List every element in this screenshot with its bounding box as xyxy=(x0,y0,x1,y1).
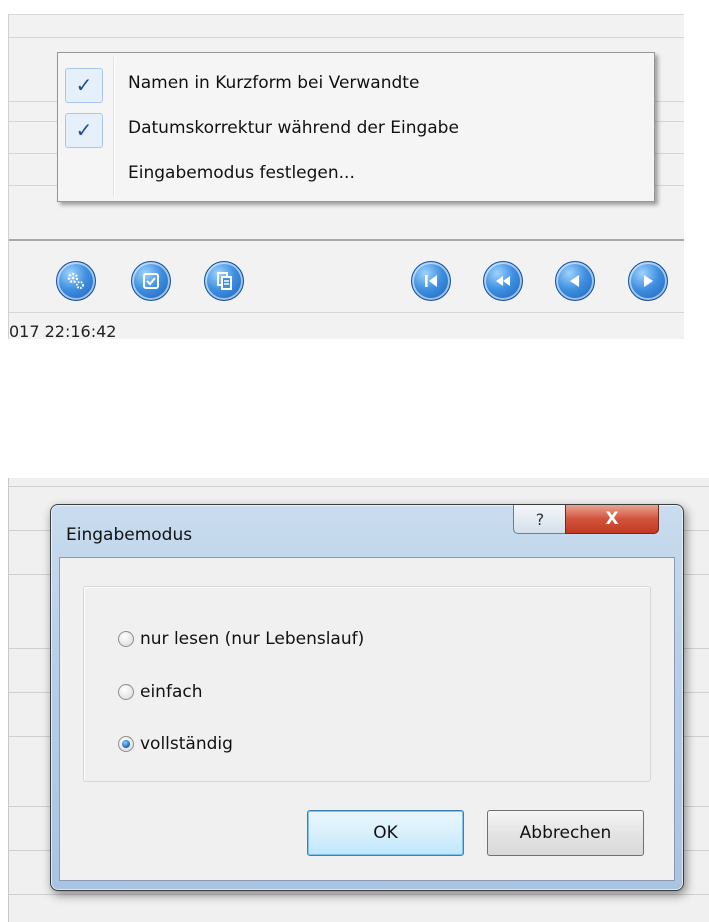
dialog-title: Eingabemodus xyxy=(66,525,193,545)
menu-item-label: Namen in Kurzform bei Verwandte xyxy=(128,73,420,93)
ok-button[interactable]: OK xyxy=(307,810,464,856)
close-button[interactable]: X xyxy=(565,505,659,534)
previous-icon[interactable] xyxy=(555,261,595,301)
checkmark-icon: ✓ xyxy=(65,68,103,103)
toolbar-bottom-border xyxy=(9,312,684,313)
menu-item-namen-kurzform[interactable]: ✓ Namen in Kurzform bei Verwandte xyxy=(61,65,651,105)
menu-item-datumskorrektur[interactable]: ✓ Datumskorrektur während der Eingabe xyxy=(61,110,651,150)
radio-button-icon[interactable] xyxy=(118,684,134,700)
dialog-content: nur lesen (nur Lebenslauf) einfach volls… xyxy=(59,557,675,881)
radio-button-selected-icon[interactable] xyxy=(118,736,134,752)
radio-label: einfach xyxy=(140,682,203,702)
help-button[interactable]: ? xyxy=(513,505,567,534)
next-icon[interactable] xyxy=(628,261,668,301)
menu-item-eingabemodus-festlegen[interactable]: Eingabemodus festlegen... xyxy=(61,155,651,195)
first-record-icon[interactable] xyxy=(411,261,451,301)
checkmark-icon: ✓ xyxy=(65,113,103,148)
cancel-button[interactable]: Abbrechen xyxy=(487,810,644,856)
context-menu: ✓ Namen in Kurzform bei Verwandte ✓ Datu… xyxy=(57,52,655,202)
radio-label: nur lesen (nur Lebenslauf) xyxy=(140,629,365,649)
timestamp-text: 017 22:16:42 xyxy=(9,322,117,339)
rewind-icon[interactable] xyxy=(483,261,523,301)
menu-item-label: Datumskorrektur während der Eingabe xyxy=(128,118,459,138)
menu-item-label: Eingabemodus festlegen... xyxy=(128,163,355,183)
radio-option-vollstaendig[interactable]: vollständig xyxy=(118,732,233,756)
settings-gears-icon[interactable] xyxy=(56,261,96,301)
toolbar-top-border xyxy=(9,239,684,241)
mode-groupbox: nur lesen (nur Lebenslauf) einfach volls… xyxy=(83,586,651,782)
divider xyxy=(9,894,709,895)
eingabemodus-dialog: Eingabemodus ? X nur lesen (nur Lebensla… xyxy=(50,504,684,891)
radio-option-einfach[interactable]: einfach xyxy=(118,680,202,704)
radio-button-icon[interactable] xyxy=(118,631,134,647)
radio-option-nur-lesen[interactable]: nur lesen (nur Lebenslauf) xyxy=(118,627,364,651)
divider xyxy=(9,486,709,487)
divider xyxy=(9,37,684,38)
copy-pages-icon[interactable] xyxy=(204,261,244,301)
checkbox-check-icon[interactable] xyxy=(131,261,171,301)
radio-label: vollständig xyxy=(140,734,233,754)
